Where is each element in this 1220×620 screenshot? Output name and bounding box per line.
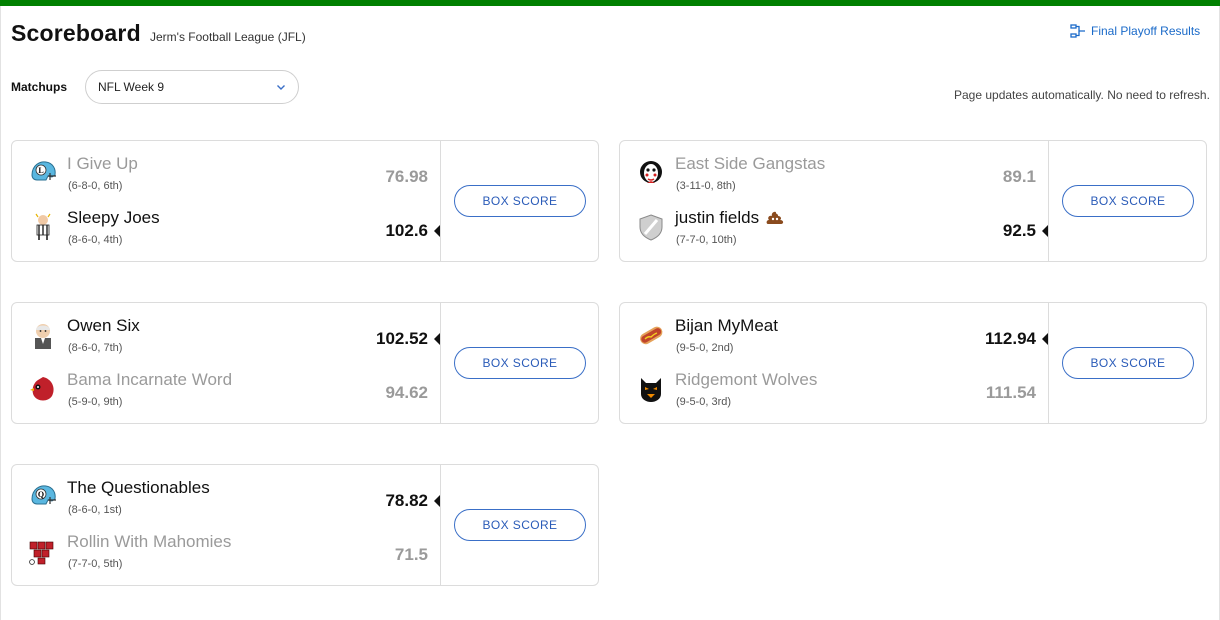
matchup-card: East Side Gangstas (3-11-0, 8th) 89.1 justi… — [619, 140, 1207, 262]
wolf-icon — [636, 374, 666, 404]
box-score-button[interactable]: BOX SCORE — [454, 347, 586, 379]
matchup-card: Bijan MyMeat (9-5-0, 2nd) 112.94 Ridgemont … — [619, 302, 1207, 424]
team-name[interactable]: The Questionables — [67, 478, 210, 498]
bracket-icon — [1070, 24, 1085, 38]
hotdog-icon — [636, 320, 666, 350]
cardinal-icon — [28, 374, 58, 404]
team-score: 71.5 — [394, 545, 428, 564]
helmet-L-icon: L — [28, 158, 58, 188]
team-name[interactable]: I Give Up — [67, 154, 138, 174]
team-name[interactable]: Rollin With Mahomies — [67, 532, 231, 552]
team-score: 111.54 — [985, 383, 1036, 402]
svg-text:Q: Q — [38, 490, 44, 499]
card-divider — [440, 141, 441, 261]
team-row: Bama Incarnate Word (5-9-0, 9th) 94.62 — [12, 369, 440, 419]
final-playoff-results-label: Final Playoff Results — [1091, 24, 1201, 38]
team-record: (9-5-0, 2nd) — [676, 342, 734, 354]
team-record: (8-6-0, 4th) — [68, 234, 123, 246]
team-row: L I Give Up (6-8-0, 6th) 76.98 — [12, 153, 440, 203]
box-score-button[interactable]: BOX SCORE — [1062, 185, 1194, 217]
svg-text:L: L — [38, 166, 43, 175]
team-score: 94.62 — [385, 383, 428, 402]
matchup-card: Q The Questionables (8-6-0, 1st) 78.82 Rolli… — [11, 464, 599, 586]
week-select-value: NFL Week 9 — [98, 80, 165, 94]
week-select[interactable]: NFL Week 9 — [85, 70, 299, 104]
team-name[interactable]: Owen Six — [67, 316, 140, 336]
team-name[interactable]: Sleepy Joes — [67, 208, 160, 228]
team-row: Ridgemont Wolves (9-5-0, 3rd) 111.54 — [620, 369, 1048, 419]
box-score-button[interactable]: BOX SCORE — [454, 185, 586, 217]
team-record: (6-8-0, 6th) — [68, 180, 123, 192]
team-record: (3-11-0, 8th) — [676, 180, 736, 192]
team-record: (5-9-0, 9th) — [68, 396, 123, 408]
final-playoff-results-link[interactable]: Final Playoff Results — [1070, 24, 1200, 38]
team-row: Sleepy Joes (8-6-0, 4th) 102.6 — [12, 207, 440, 257]
team-record: (7-7-0, 10th) — [676, 234, 737, 246]
team-score: 89.1 — [1002, 167, 1036, 186]
team-record: (8-6-0, 1st) — [68, 504, 122, 516]
team-row: Rollin With Mahomies (7-7-0, 5th) 71.5 — [12, 531, 440, 581]
team-name[interactable]: Bama Incarnate Word — [67, 370, 232, 390]
team-row: Owen Six (8-6-0, 7th) 102.52 — [12, 315, 440, 365]
card-divider — [440, 303, 441, 423]
box-score-button[interactable]: BOX SCORE — [1062, 347, 1194, 379]
shield-icon — [636, 212, 666, 242]
matchups-label: Matchups — [11, 80, 68, 94]
card-divider — [440, 465, 441, 585]
card-divider — [1048, 303, 1049, 423]
referee-icon — [28, 212, 58, 242]
team-score: 78.82 — [385, 491, 428, 510]
cups-icon — [28, 536, 58, 566]
clown-icon — [636, 158, 666, 188]
page-title: Scoreboard — [11, 20, 141, 46]
team-record: (7-7-0, 5th) — [68, 558, 123, 570]
team-score: 102.6 — [385, 221, 428, 240]
team-row: East Side Gangstas (3-11-0, 8th) 89.1 — [620, 153, 1048, 203]
team-name[interactable]: justin fields — [675, 208, 785, 228]
team-score: 112.94 — [984, 329, 1036, 348]
team-score: 76.98 — [385, 167, 428, 186]
team-name[interactable]: Ridgemont Wolves — [675, 370, 817, 390]
team-row: Q The Questionables (8-6-0, 1st) 78.82 — [12, 477, 440, 527]
team-row: justin fields (7-7-0, 10th) 92.5 — [620, 207, 1048, 257]
team-score: 92.5 — [1002, 221, 1036, 240]
box-score-button[interactable]: BOX SCORE — [454, 509, 586, 541]
card-divider — [1048, 141, 1049, 261]
team-record: (9-5-0, 3rd) — [676, 396, 732, 408]
auto-update-note: Page updates automatically. No need to r… — [954, 88, 1210, 102]
old-man-icon — [28, 320, 58, 350]
team-name[interactable]: East Side Gangstas — [675, 154, 825, 174]
matchup-card: Owen Six (8-6-0, 7th) 102.52 Bama Incarnate… — [11, 302, 599, 424]
matchup-card: L I Give Up (6-8-0, 6th) 76.98 Sleepy Joes (8… — [11, 140, 599, 262]
team-name[interactable]: Bijan MyMeat — [675, 316, 778, 336]
team-score: 102.52 — [376, 329, 428, 348]
helmet-Q-icon: Q — [28, 482, 58, 512]
poop-icon — [765, 208, 785, 226]
chevron-down-icon — [277, 85, 285, 90]
team-row: Bijan MyMeat (9-5-0, 2nd) 112.94 — [620, 315, 1048, 365]
team-record: (8-6-0, 7th) — [68, 342, 123, 354]
league-name: Jerm's Football League (JFL) — [150, 30, 306, 44]
